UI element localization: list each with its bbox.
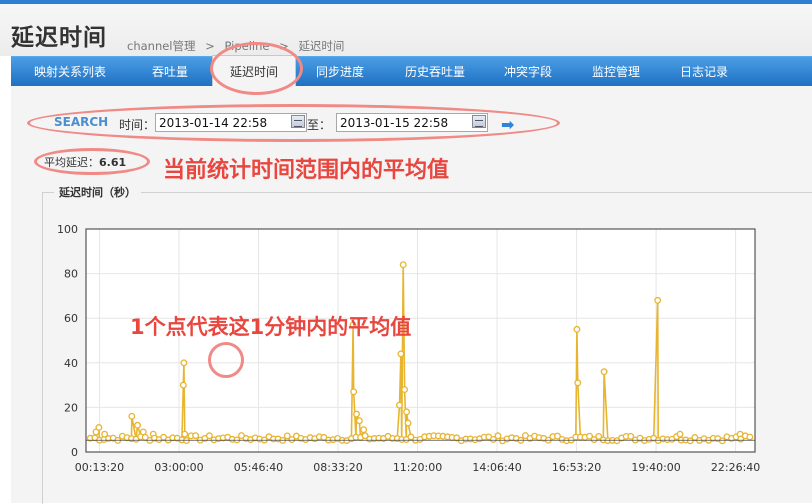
data-point: [401, 386, 409, 394]
data-point: [180, 359, 188, 367]
average-annotation: 当前统计时间范围内的平均值: [163, 158, 450, 183]
y-tick-label: 80: [64, 268, 78, 281]
data-point: [128, 412, 136, 420]
data-point: [574, 379, 582, 387]
y-tick-label: 20: [64, 401, 78, 414]
y-tick-label: 60: [64, 312, 78, 325]
data-point: [600, 368, 608, 376]
data-point: [179, 381, 187, 389]
x-tick-label: 11:20:00: [393, 461, 442, 474]
data-point: [676, 430, 684, 438]
average-highlight-oval: [34, 148, 150, 175]
x-tick-label: 14:06:40: [472, 461, 521, 474]
x-tick-label: 16:53:20: [552, 461, 601, 474]
delay-chart: 0 20 40 60 80 100 00:13:20 03:00:00 05:46:40 08:3…: [57, 223, 760, 474]
data-point: [397, 350, 405, 358]
data-point: [654, 296, 662, 304]
data-point: [181, 430, 189, 438]
x-tick-label: 00:13:20: [75, 461, 124, 474]
data-point: [95, 424, 103, 431]
data-point: [399, 261, 407, 269]
y-tick-label: 40: [64, 357, 78, 370]
active-tab-highlight-oval: [210, 42, 303, 95]
x-tick-label: 22:26:40: [711, 461, 760, 474]
search-highlight-oval: [27, 104, 560, 142]
data-point: [192, 432, 200, 440]
data-point: [404, 419, 412, 427]
data-point: [350, 388, 358, 396]
y-tick-label: 0: [71, 446, 78, 459]
x-tick-label: 08:33:20: [313, 461, 362, 474]
data-point: [360, 426, 368, 434]
data-point: [134, 421, 141, 429]
x-tick-label: 05:46:40: [234, 461, 283, 474]
point-highlight-oval: [208, 342, 244, 378]
point-annotation: 1个点代表这1分钟内的平均值: [130, 315, 412, 339]
data-point: [396, 401, 403, 409]
data-point: [403, 408, 411, 416]
x-tick-label: 03:00:00: [154, 461, 203, 474]
y-tick-label: 100: [57, 223, 78, 236]
data-point: [494, 432, 502, 440]
data-point: [355, 417, 363, 425]
data-point: [573, 325, 581, 333]
x-tick-label: 19:40:00: [631, 461, 680, 474]
data-point: [746, 433, 754, 441]
data-point: [353, 410, 360, 418]
